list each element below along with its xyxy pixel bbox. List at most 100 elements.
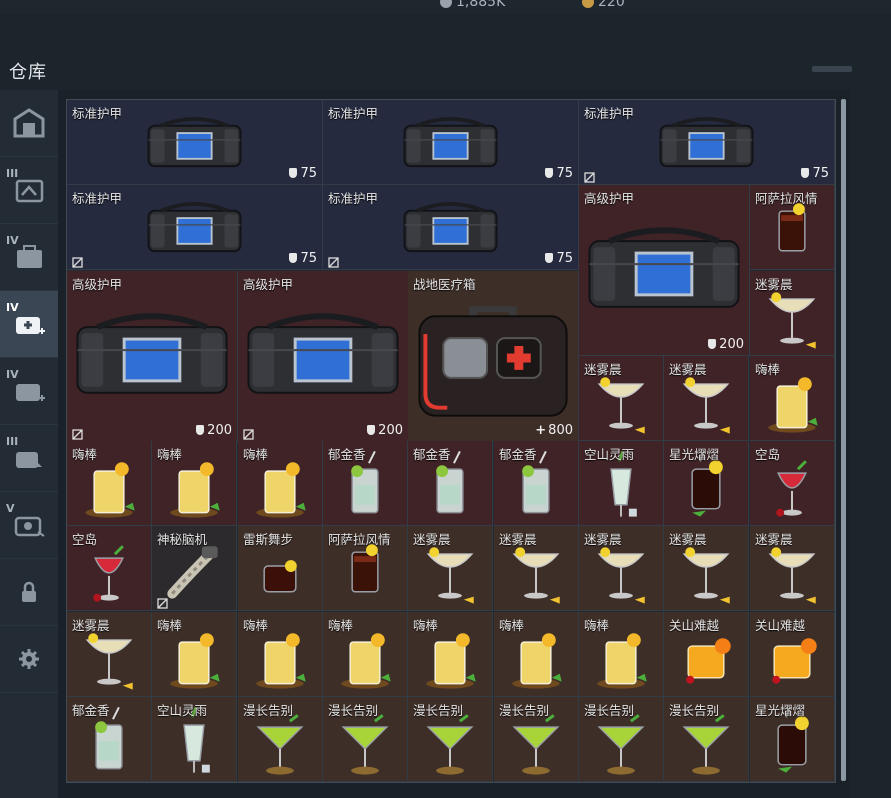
medkit-icon	[418, 306, 568, 417]
inventory-item[interactable]: 标准护甲 75	[579, 100, 835, 185]
sidebar-item-tier-label: IV	[6, 234, 19, 247]
item-name: 郁金香	[413, 447, 451, 462]
inventory-item[interactable]: 嗨棒	[579, 612, 664, 697]
item-value: 200	[367, 423, 403, 438]
item-name: 迷雾晨	[755, 532, 793, 547]
inventory-item[interactable]: 郁金香	[494, 441, 579, 526]
item-name: 漫长告别	[413, 703, 464, 718]
shield-icon	[545, 253, 554, 263]
item-name: 嗨棒	[328, 618, 354, 633]
item-name: 嗨棒	[755, 362, 781, 377]
inventory-item[interactable]: 空岛	[750, 441, 835, 526]
inventory-item[interactable]: 嗨棒	[494, 612, 579, 697]
sidebar-item-tier-v[interactable]: V	[0, 492, 58, 559]
inventory-item[interactable]: 雷斯舞步	[238, 526, 323, 611]
item-name: 高级护甲	[584, 191, 635, 206]
sidebar-item-tier-label: V	[6, 502, 15, 515]
sidebar-item-tier-iii[interactable]: III	[0, 157, 58, 224]
inventory-item[interactable]: 郁金香	[67, 697, 152, 782]
item-name: 高级护甲	[72, 277, 123, 292]
sidebar-item-tier-iv[interactable]: IV	[0, 224, 58, 291]
shield-icon	[367, 425, 376, 435]
item-name: 迷雾晨	[413, 532, 451, 547]
inventory-item[interactable]: 漫长告别	[579, 697, 664, 782]
inventory-item[interactable]: 标准护甲 75	[67, 100, 323, 185]
inventory-item[interactable]: 迷雾晨	[408, 526, 493, 611]
inventory-item[interactable]: 阿萨拉风情	[323, 526, 408, 611]
item-name: 星光熠熠	[755, 703, 806, 718]
item-name: 迷雾晨	[72, 618, 110, 633]
item-name: 漫长告别	[499, 703, 550, 718]
inventory-item[interactable]: 嗨棒	[238, 612, 323, 697]
sidebar-item-tier-iv-bag[interactable]: IV	[0, 358, 58, 425]
inventory-item[interactable]: 迷雾晨	[750, 526, 835, 611]
inventory-item[interactable]: 嗨棒	[750, 356, 835, 441]
item-value-number: 800	[548, 423, 573, 438]
inventory-item[interactable]: 战地医疗箱 +800	[408, 271, 579, 442]
untradeable-icon	[243, 425, 254, 440]
inventory-item[interactable]: 标准护甲 75	[323, 185, 579, 270]
shield-icon	[196, 425, 205, 435]
item-name: 关山难越	[755, 618, 806, 633]
item-name: 迷雾晨	[669, 532, 707, 547]
storage-sidebar: III IV IV IV III V	[0, 90, 58, 798]
sidebar-item-tier-label: IV	[6, 301, 19, 314]
item-name: 标准护甲	[328, 106, 379, 121]
inventory-item[interactable]: 郁金香	[408, 441, 493, 526]
inventory-item[interactable]: 迷雾晨	[579, 356, 664, 441]
inventory-item[interactable]: 迷雾晨	[494, 526, 579, 611]
inventory-item[interactable]: 神秘脑机	[152, 526, 237, 611]
inventory-item[interactable]: 漫长告别	[238, 697, 323, 782]
home-icon	[12, 107, 46, 139]
inventory-item[interactable]: 嗨棒	[238, 441, 323, 526]
sidebar-item-settings[interactable]	[0, 626, 58, 693]
item-name: 阿萨拉风情	[755, 191, 818, 206]
inventory-item[interactable]: 嗨棒	[152, 441, 237, 526]
inventory-item[interactable]: 高级护甲 200	[67, 271, 238, 442]
inventory-item[interactable]: 迷雾晨	[579, 526, 664, 611]
item-name: 阿萨拉风情	[328, 532, 391, 547]
sidebar-item-tier-iii-bag[interactable]: III	[0, 425, 58, 492]
inventory-item[interactable]: 漫长告别	[494, 697, 579, 782]
inventory-item[interactable]: 空山灵雨	[152, 697, 237, 782]
item-value: 75	[289, 166, 317, 181]
sidebar-item-tier-iv-med[interactable]: IV	[0, 291, 58, 358]
inventory-item[interactable]: 阿萨拉风情	[750, 185, 835, 270]
tier-v-icon	[12, 510, 46, 540]
sidebar-item-lock[interactable]	[0, 559, 58, 626]
inventory-item[interactable]: 漫长告别	[323, 697, 408, 782]
inventory-item[interactable]: 高级护甲 200	[579, 185, 750, 356]
inventory-item[interactable]: 嗨棒	[67, 441, 152, 526]
inventory-item[interactable]: 空山灵雨	[579, 441, 664, 526]
inventory-item[interactable]: 星光熠熠	[664, 441, 749, 526]
inventory-item[interactable]: 关山难越	[750, 612, 835, 697]
inventory-item[interactable]: 郁金香	[323, 441, 408, 526]
inventory-item[interactable]: 迷雾晨	[664, 526, 749, 611]
item-name: 迷雾晨	[584, 532, 622, 547]
item-name: 标准护甲	[72, 106, 123, 121]
inventory-item[interactable]: 高级护甲 200	[238, 271, 409, 442]
inventory-item[interactable]: 漫长告别	[408, 697, 493, 782]
inventory-item[interactable]: 嗨棒	[152, 612, 237, 697]
item-name: 漫长告别	[243, 703, 294, 718]
sidebar-item-home[interactable]	[0, 90, 58, 157]
inventory-item[interactable]: 标准护甲 75	[323, 100, 579, 185]
inventory-item[interactable]: 嗨棒	[408, 612, 493, 697]
inventory-item[interactable]: 迷雾晨	[664, 356, 749, 441]
inventory-item[interactable]: 漫长告别	[664, 697, 749, 782]
untradeable-icon	[328, 253, 339, 268]
inventory-item[interactable]: 迷雾晨	[750, 271, 835, 356]
currency-a: 1,885K	[440, 0, 505, 10]
item-name: 迷雾晨	[669, 362, 707, 377]
storage-scrollbar[interactable]	[841, 99, 846, 781]
sidebar-item-tier-label: IV	[6, 368, 19, 381]
inventory-item[interactable]: 嗨棒	[323, 612, 408, 697]
inventory-item[interactable]: 星光熠熠	[750, 697, 835, 782]
storage-scroll-thumb[interactable]	[841, 99, 846, 781]
item-value-number: 75	[556, 251, 573, 266]
inventory-item[interactable]: 标准护甲 75	[67, 185, 323, 270]
item-name: 高级护甲	[243, 277, 294, 292]
inventory-item[interactable]: 关山难越	[664, 612, 749, 697]
inventory-item[interactable]: 空岛	[67, 526, 152, 611]
inventory-item[interactable]: 迷雾晨	[67, 612, 152, 697]
